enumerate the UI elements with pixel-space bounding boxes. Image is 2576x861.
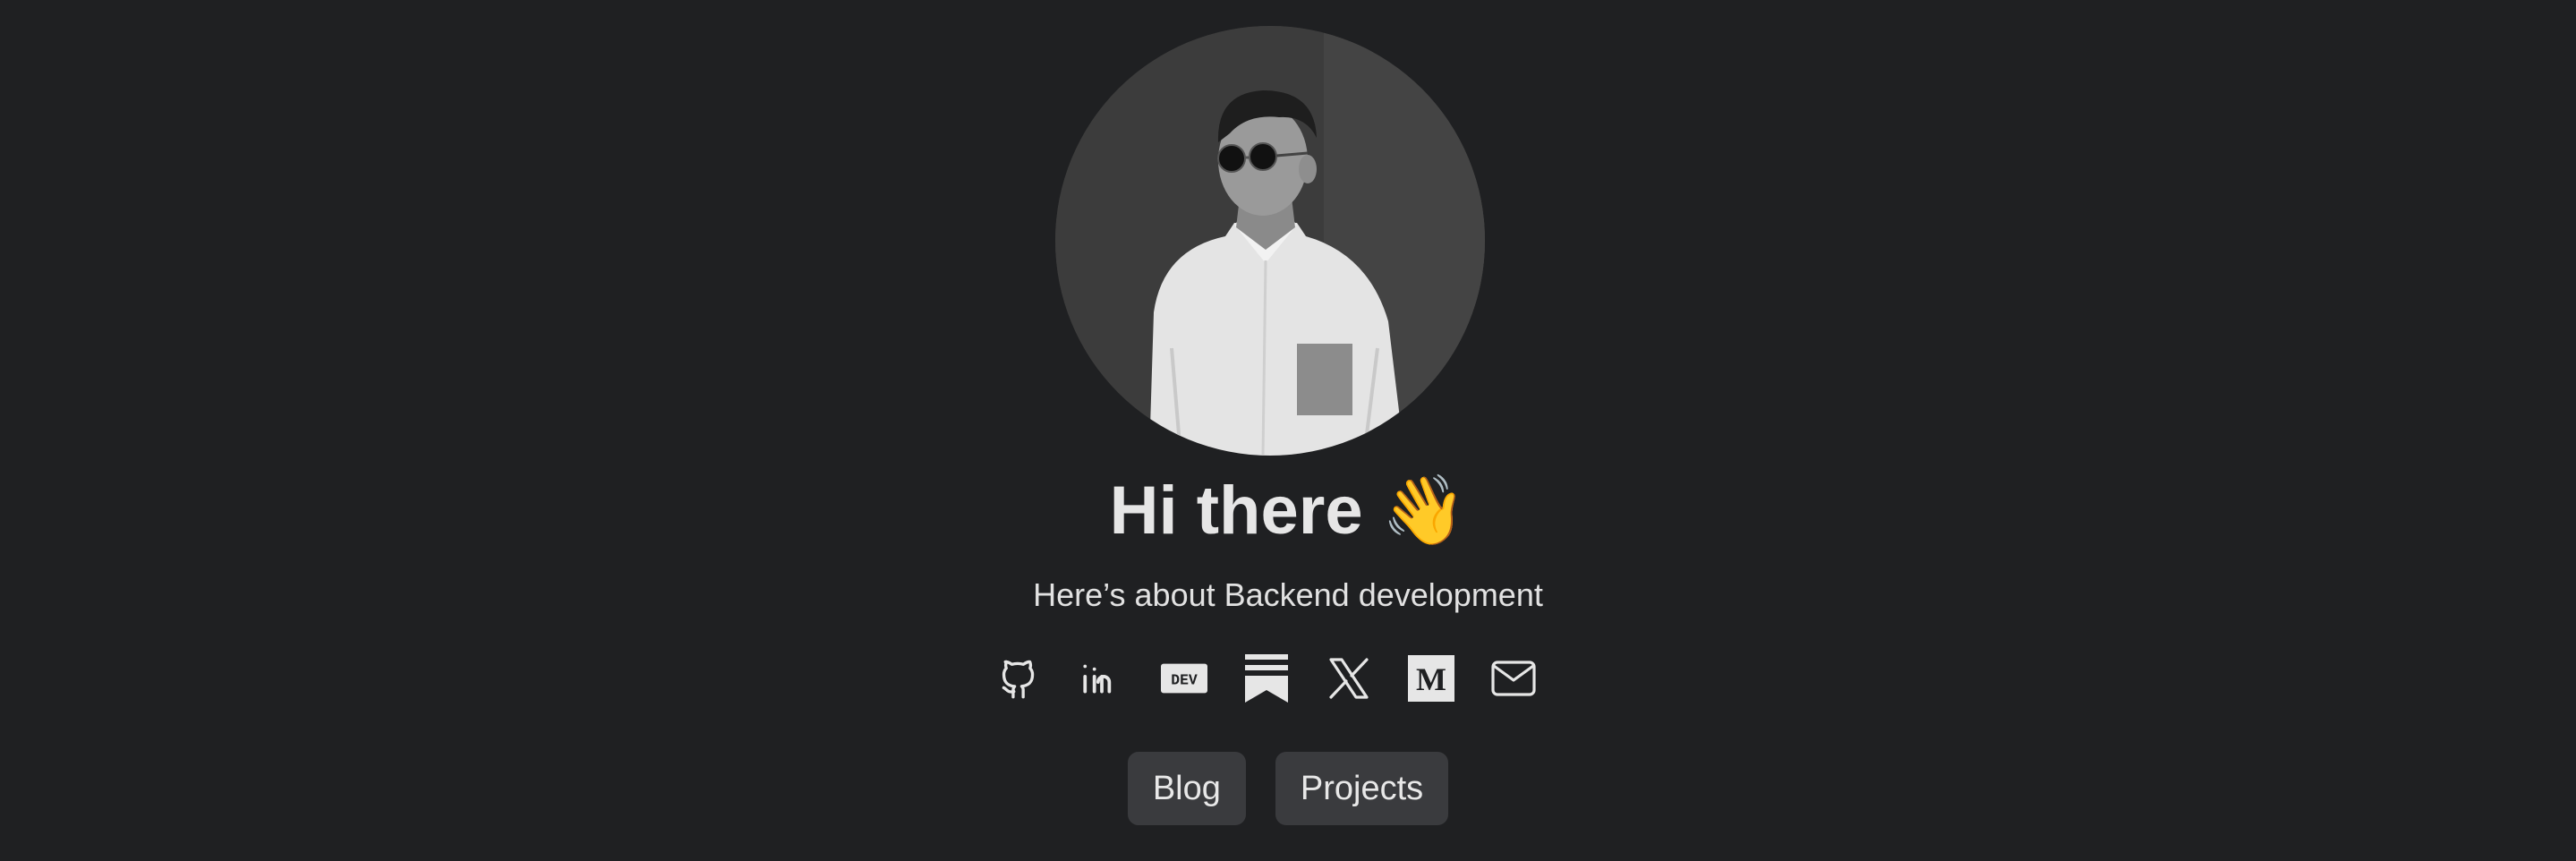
x-icon[interactable]	[1326, 653, 1372, 703]
nav-buttons: Blog Projects	[0, 752, 2576, 825]
projects-button[interactable]: Projects	[1275, 752, 1449, 825]
social-links: DEV M	[996, 652, 1537, 705]
avatar-photo	[1055, 26, 1485, 456]
dev-icon-label: DEV	[1171, 672, 1198, 689]
substack-icon[interactable]	[1243, 653, 1290, 703]
medium-icon[interactable]: M	[1408, 653, 1454, 703]
dev-icon[interactable]: DEV	[1161, 653, 1207, 703]
page-title: Hi there 👋	[0, 465, 2576, 556]
page-subtitle: Here’s about Backend development	[1033, 576, 1543, 613]
linkedin-icon[interactable]	[1079, 653, 1125, 703]
profile-section: Hi there 👋 Here’s about Backend developm…	[0, 0, 2576, 861]
github-icon[interactable]	[996, 653, 1043, 703]
medium-icon-label: M	[1416, 661, 1446, 697]
mail-icon[interactable]	[1490, 653, 1537, 703]
avatar	[1055, 26, 1485, 456]
greeting-text: Hi there	[1109, 473, 1363, 549]
waving-hand-icon: 👋	[1381, 470, 1467, 550]
blog-button[interactable]: Blog	[1127, 752, 1246, 825]
